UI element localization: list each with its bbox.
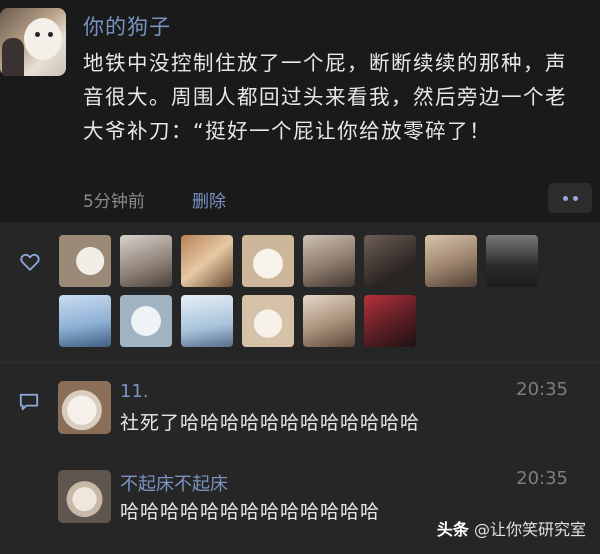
commenter-name[interactable]: 11. bbox=[120, 381, 149, 402]
heart-icon bbox=[20, 253, 40, 271]
watermark-handle: @让你笑研究室 bbox=[473, 520, 586, 539]
liker-avatar[interactable] bbox=[303, 235, 355, 287]
liker-avatar[interactable] bbox=[181, 295, 233, 347]
comment-text: 哈哈哈哈哈哈哈哈哈哈哈哈哈 bbox=[120, 501, 381, 523]
comment-time: 20:35 bbox=[516, 468, 568, 489]
avatar-eye bbox=[35, 32, 40, 37]
dot bbox=[572, 195, 578, 201]
commenter-name[interactable]: 不起床不起床 bbox=[120, 470, 228, 496]
liker-avatar[interactable] bbox=[59, 235, 111, 287]
avatar-person-shape bbox=[2, 38, 24, 76]
likes-panel bbox=[0, 222, 600, 362]
poster-name[interactable]: 你的狗子 bbox=[83, 11, 171, 41]
post-time: 5分钟前 bbox=[83, 192, 145, 212]
liker-avatar[interactable] bbox=[120, 295, 172, 347]
moment-post: 你的狗子 地铁中没控制住放了一个屁，断断续续的那种，声音很大。周围人都回过头来看… bbox=[0, 0, 600, 222]
delete-link[interactable]: 删除 bbox=[192, 187, 226, 212]
liker-avatar[interactable] bbox=[59, 295, 111, 347]
post-text: 地铁中没控制住放了一个屁，断断续续的那种，声音很大。周围人都回过头来看我，然后旁… bbox=[83, 51, 567, 143]
avatar-dog-face bbox=[24, 18, 62, 60]
comment-icon bbox=[19, 393, 39, 411]
watermark-brand: 头条 bbox=[436, 520, 469, 539]
commenter-avatar[interactable] bbox=[58, 470, 111, 523]
commenter-avatar[interactable] bbox=[58, 381, 111, 434]
avatar-eye bbox=[48, 32, 53, 37]
liker-avatar[interactable] bbox=[425, 235, 477, 287]
watermark: 头条 @让你笑研究室 bbox=[437, 516, 586, 540]
poster-avatar[interactable] bbox=[0, 8, 66, 76]
liker-avatar[interactable] bbox=[242, 295, 294, 347]
liker-avatar[interactable] bbox=[486, 235, 538, 287]
comment-text: 社死了哈哈哈哈哈哈哈哈哈哈哈哈 bbox=[120, 412, 421, 434]
more-dots-icon[interactable] bbox=[548, 183, 592, 213]
liker-avatar[interactable] bbox=[181, 235, 233, 287]
liker-avatar[interactable] bbox=[364, 295, 416, 347]
comment-time: 20:35 bbox=[516, 379, 568, 400]
comment-item[interactable]: 11. 20:35 社死了哈哈哈哈哈哈哈哈哈哈哈哈 bbox=[58, 379, 598, 441]
liker-avatar[interactable] bbox=[120, 235, 172, 287]
liker-avatar[interactable] bbox=[303, 295, 355, 347]
liker-avatar[interactable] bbox=[364, 235, 416, 287]
dot bbox=[562, 195, 568, 201]
liker-avatar[interactable] bbox=[242, 235, 294, 287]
